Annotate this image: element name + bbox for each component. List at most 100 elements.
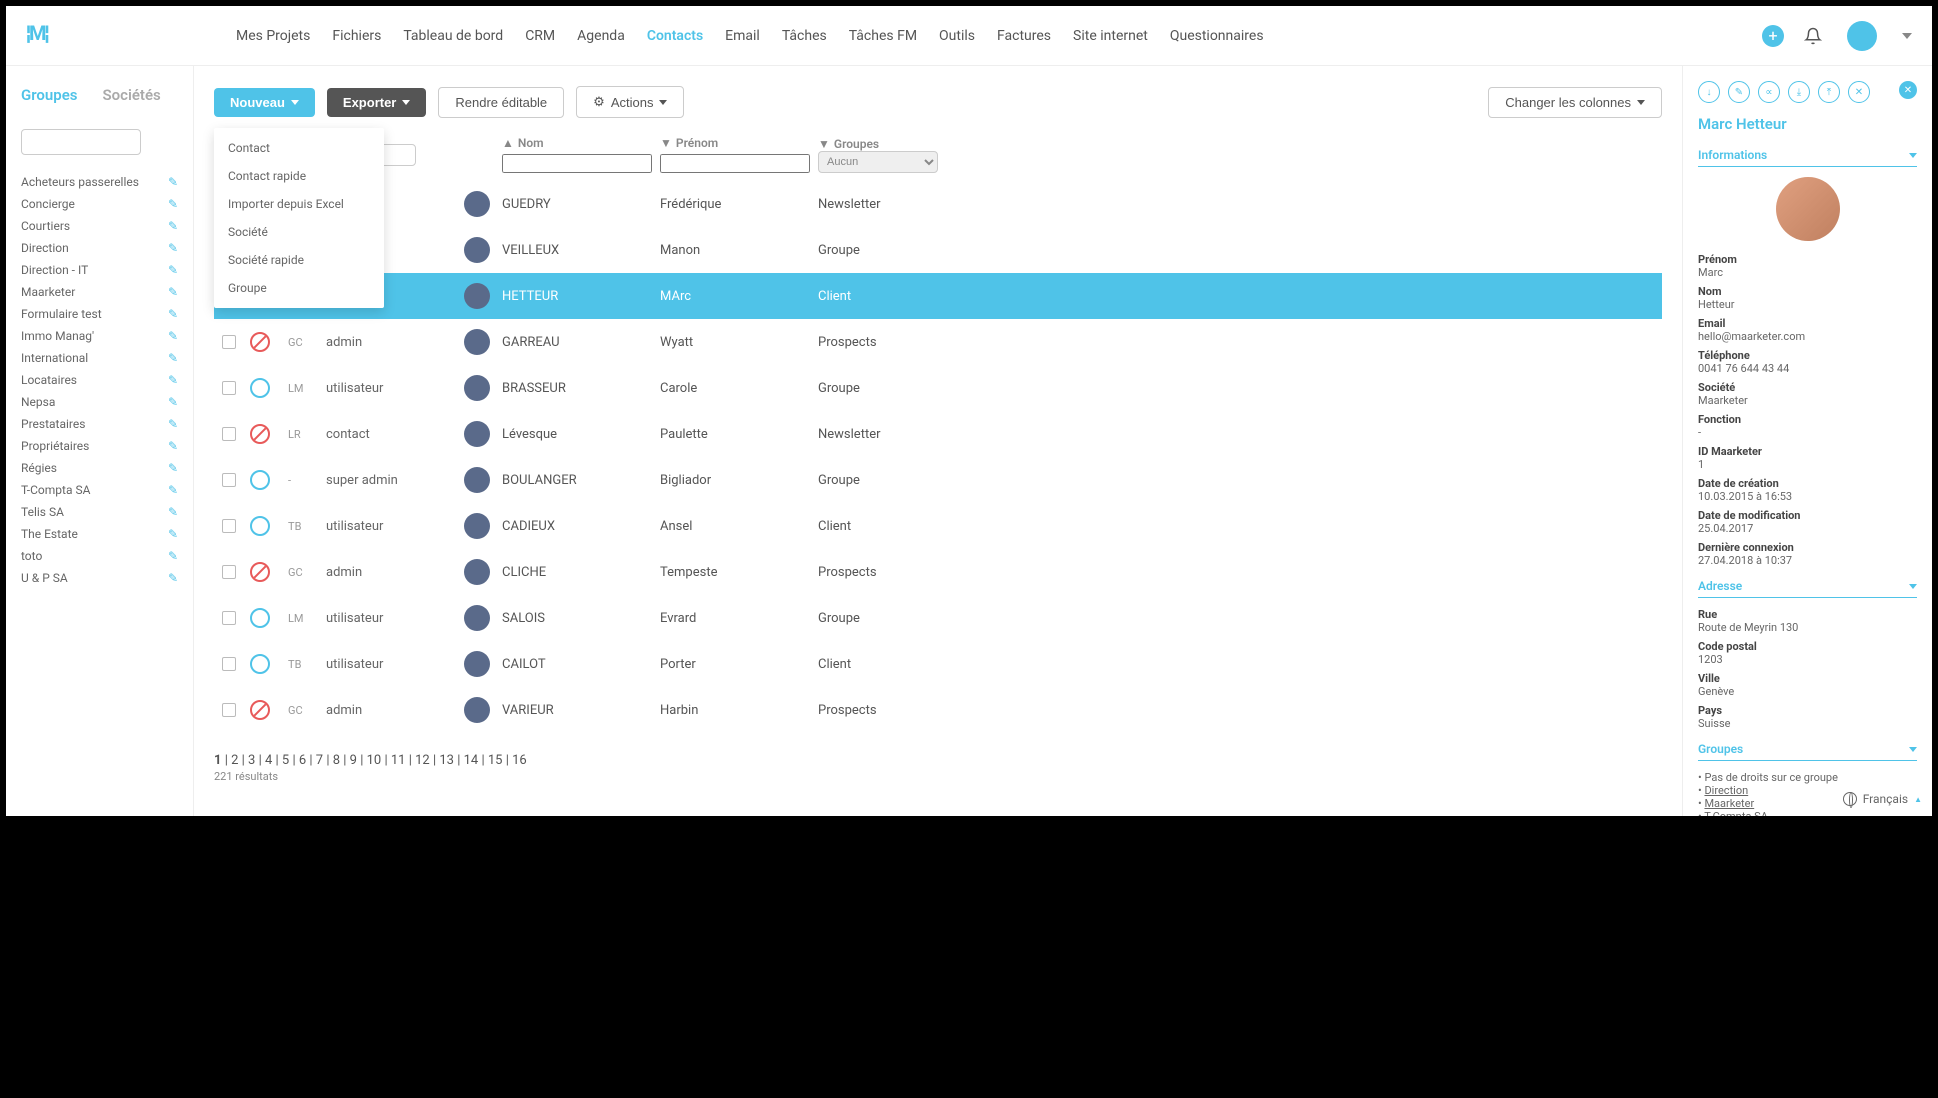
nav-item-fichiers[interactable]: Fichiers bbox=[332, 28, 381, 44]
edit-icon[interactable]: ✎ bbox=[168, 285, 178, 299]
group-item[interactable]: T-Compta SA✎ bbox=[21, 483, 178, 497]
edit-icon[interactable]: ✎ bbox=[168, 527, 178, 541]
group-item[interactable]: Telis SA✎ bbox=[21, 505, 178, 519]
dropdown-item[interactable]: Société rapide bbox=[214, 246, 384, 274]
edit-icon[interactable]: ✎ bbox=[168, 483, 178, 497]
nav-item-tableau-de-bord[interactable]: Tableau de bord bbox=[403, 28, 503, 44]
edit-icon[interactable]: ✎ bbox=[168, 417, 178, 431]
group-item[interactable]: International✎ bbox=[21, 351, 178, 365]
nouveau-button[interactable]: Nouveau bbox=[214, 88, 315, 117]
group-link[interactable]: Direction bbox=[1704, 784, 1748, 797]
table-row[interactable]: GCadminCLICHETempesteProspects bbox=[214, 549, 1662, 595]
group-item[interactable]: Formulaire test✎ bbox=[21, 307, 178, 321]
nav-item-contacts[interactable]: Contacts bbox=[647, 28, 703, 44]
filter-nom-input[interactable] bbox=[502, 154, 652, 173]
group-item[interactable]: Concierge✎ bbox=[21, 197, 178, 211]
sidebar-search-input[interactable] bbox=[21, 129, 141, 155]
row-checkbox[interactable] bbox=[222, 657, 236, 671]
actions-button[interactable]: ⚙Actions bbox=[576, 86, 684, 118]
edit-icon[interactable]: ✎ bbox=[168, 439, 178, 453]
edit-icon[interactable]: ✎ bbox=[168, 571, 178, 585]
page-link[interactable]: 8 bbox=[333, 753, 340, 768]
group-item[interactable]: The Estate✎ bbox=[21, 527, 178, 541]
table-row[interactable]: LMutilisateurSALOISEvrardGroupe bbox=[214, 595, 1662, 641]
page-link[interactable]: 11 bbox=[391, 753, 406, 768]
group-item[interactable]: Nepsa✎ bbox=[21, 395, 178, 409]
table-row[interactable]: GCadminVARIEURHarbinProspects bbox=[214, 687, 1662, 733]
row-checkbox[interactable] bbox=[222, 473, 236, 487]
edit-icon[interactable]: ✎ bbox=[168, 307, 178, 321]
row-checkbox[interactable] bbox=[222, 381, 236, 395]
page-link[interactable]: 12 bbox=[415, 753, 430, 768]
table-row[interactable]: LRcontactLévesquePauletteNewsletter bbox=[214, 411, 1662, 457]
page-link[interactable]: 9 bbox=[350, 753, 357, 768]
group-item[interactable]: Régies✎ bbox=[21, 461, 178, 475]
dropdown-item[interactable]: Société bbox=[214, 218, 384, 246]
group-item[interactable]: Direction✎ bbox=[21, 241, 178, 255]
sidebar-tab-groupes[interactable]: Groupes bbox=[21, 86, 78, 104]
language-switch[interactable]: Français ▲ bbox=[1843, 792, 1922, 806]
page-link[interactable]: 2 bbox=[231, 753, 238, 768]
bell-icon[interactable] bbox=[1804, 27, 1822, 45]
group-link[interactable]: Maarketer bbox=[1704, 797, 1754, 810]
filter-groupes-select[interactable]: Aucun bbox=[818, 151, 938, 173]
group-item[interactable]: Direction - IT✎ bbox=[21, 263, 178, 277]
table-row[interactable]: GCadminGARREAUWyattProspects bbox=[214, 319, 1662, 365]
table-row[interactable]: per adminVEILLEUXManonGroupe bbox=[214, 227, 1662, 273]
edit-icon[interactable]: ✎ bbox=[168, 505, 178, 519]
edit-icon[interactable]: ✎ bbox=[168, 263, 178, 277]
nav-item-site-internet[interactable]: Site internet bbox=[1073, 28, 1148, 44]
action-export-icon[interactable]: ⤒ bbox=[1818, 81, 1840, 103]
exporter-button[interactable]: Exporter bbox=[327, 88, 426, 117]
filter-prenom-input[interactable] bbox=[660, 154, 810, 173]
dropdown-item[interactable]: Importer depuis Excel bbox=[214, 190, 384, 218]
action-edit-icon[interactable]: ✎ bbox=[1728, 81, 1750, 103]
table-row[interactable]: ntactGUEDRYFrédériqueNewsletter bbox=[214, 181, 1662, 227]
action-import-icon[interactable]: ⤓ bbox=[1788, 81, 1810, 103]
rendre-editable-button[interactable]: Rendre éditable bbox=[438, 87, 564, 118]
action-download-icon[interactable]: ↓ bbox=[1698, 81, 1720, 103]
row-checkbox[interactable] bbox=[222, 565, 236, 579]
nav-item-mes-projets[interactable]: Mes Projets bbox=[236, 28, 310, 44]
page-link[interactable]: 6 bbox=[299, 753, 306, 768]
edit-icon[interactable]: ✎ bbox=[168, 461, 178, 475]
row-checkbox[interactable] bbox=[222, 703, 236, 717]
table-row[interactable]: -super adminBOULANGERBigliadorGroupe bbox=[214, 457, 1662, 503]
nav-item-tâches-fm[interactable]: Tâches FM bbox=[849, 28, 917, 44]
page-link[interactable]: 15 bbox=[488, 753, 503, 768]
page-link[interactable]: 5 bbox=[282, 753, 289, 768]
row-checkbox[interactable] bbox=[222, 335, 236, 349]
edit-icon[interactable]: ✎ bbox=[168, 549, 178, 563]
table-row[interactable]: LMutilisateurBRASSEURCaroleGroupe bbox=[214, 365, 1662, 411]
page-link[interactable]: 1 bbox=[214, 753, 221, 768]
page-link[interactable]: 16 bbox=[512, 753, 527, 768]
group-item[interactable]: toto✎ bbox=[21, 549, 178, 563]
edit-icon[interactable]: ✎ bbox=[168, 373, 178, 387]
row-checkbox[interactable] bbox=[222, 427, 236, 441]
colonnes-button[interactable]: Changer les colonnes bbox=[1488, 87, 1662, 118]
nav-item-tâches[interactable]: Tâches bbox=[782, 28, 827, 44]
nav-item-crm[interactable]: CRM bbox=[525, 28, 555, 44]
edit-icon[interactable]: ✎ bbox=[168, 197, 178, 211]
action-share-icon[interactable]: ∝ bbox=[1758, 81, 1780, 103]
group-item[interactable]: Acheteurs passerelles✎ bbox=[21, 175, 178, 189]
edit-icon[interactable]: ✎ bbox=[168, 241, 178, 255]
section-informations[interactable]: Informations bbox=[1698, 148, 1917, 167]
add-button[interactable]: + bbox=[1762, 25, 1784, 47]
edit-icon[interactable]: ✎ bbox=[168, 219, 178, 233]
page-link[interactable]: 14 bbox=[464, 753, 479, 768]
section-groupes[interactable]: Groupes bbox=[1698, 742, 1917, 761]
sort-icon[interactable]: ▼ bbox=[660, 136, 672, 150]
edit-icon[interactable]: ✎ bbox=[168, 329, 178, 343]
group-item[interactable]: Prestataires✎ bbox=[21, 417, 178, 431]
action-delete-icon[interactable]: ✕ bbox=[1848, 81, 1870, 103]
row-checkbox[interactable] bbox=[222, 519, 236, 533]
group-item[interactable]: Maarketer✎ bbox=[21, 285, 178, 299]
nav-item-questionnaires[interactable]: Questionnaires bbox=[1170, 28, 1264, 44]
user-menu-caret[interactable] bbox=[1902, 33, 1912, 39]
edit-icon[interactable]: ✎ bbox=[168, 175, 178, 189]
table-row[interactable]: TButilisateurCADIEUXAnselClient bbox=[214, 503, 1662, 549]
section-adresse[interactable]: Adresse bbox=[1698, 579, 1917, 598]
user-avatar[interactable] bbox=[1847, 21, 1877, 51]
group-item[interactable]: U & P SA✎ bbox=[21, 571, 178, 585]
